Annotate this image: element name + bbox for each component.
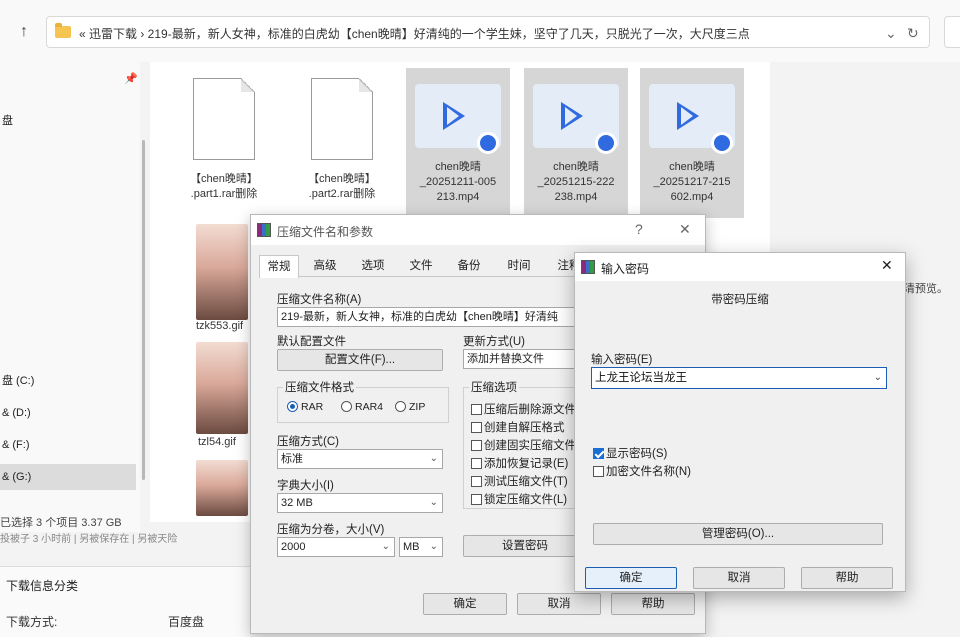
status-bar: 已选择 3 个项目 3.37 GB: [0, 517, 122, 529]
file-name: 【chen晚晴】 .part2.rar删除: [308, 173, 376, 200]
download-method-value: 百度盘: [168, 615, 205, 629]
encrypt-names-checkbox[interactable]: 加密文件名称(N): [593, 463, 691, 479]
show-password-checkbox[interactable]: 显示密码(S): [593, 445, 667, 461]
dialog-heading: 带密码压缩: [711, 294, 769, 306]
cancel-button[interactable]: 取消: [693, 567, 785, 589]
option-sfx[interactable]: 创建自解压格式: [471, 419, 565, 435]
dialog-title: 压缩文件名和参数: [277, 225, 374, 239]
help-button[interactable]: 帮助: [801, 567, 893, 589]
password-label: 输入密码(E): [591, 354, 653, 366]
breadcrumb[interactable]: « 迅雷下载 › 219-最新，新人女神，标准的白虎幼【chen晚晴】好清纯的一…: [79, 25, 750, 42]
download-info-panel: 下载信息分类 下载方式: 百度盘: [0, 566, 250, 637]
video-icon: [533, 84, 619, 154]
preview-note: 清预览。: [904, 283, 948, 295]
ok-button[interactable]: 确定: [423, 593, 507, 615]
file-name: tzk553.gif: [196, 320, 244, 332]
option-recovery[interactable]: 添加恢复记录(E): [471, 455, 568, 471]
radio-rar4[interactable]: RAR4: [341, 401, 383, 413]
download-method-label: 下载方式:: [6, 615, 58, 629]
file-name: chen晚晴 _20251217-215 602.mp4: [653, 161, 731, 203]
dictionary-select[interactable]: 32 MB ⌄: [277, 493, 443, 513]
password-dialog: 输入密码 ✕ 带密码压缩 输入密码(E) 上龙王论坛当龙王 ⌄ 显示密码(S) 加…: [574, 252, 906, 592]
split-unit-select[interactable]: MB ⌄: [399, 537, 443, 557]
method-select[interactable]: 标准 ⌄: [277, 449, 443, 469]
winrar-icon: [257, 223, 271, 237]
help-icon[interactable]: ?: [635, 221, 643, 237]
close-icon[interactable]: ✕: [679, 221, 691, 238]
search-box[interactable]: [944, 16, 960, 48]
split-label: 压缩为分卷，大小(V): [277, 524, 385, 536]
set-password-button[interactable]: 设置密码: [463, 535, 587, 557]
winrar-icon: [581, 260, 595, 274]
option-test[interactable]: 测试压缩文件(T): [471, 473, 568, 489]
file-name: chen晚晴 _20251211-005 213.mp4: [419, 161, 497, 203]
video-icon: [649, 84, 735, 154]
video-icon: [415, 84, 501, 154]
file-item[interactable]: chen晚晴 _20251217-215 602.mp4: [640, 68, 744, 218]
archive-name-input[interactable]: 219-最新，新人女神，标准的白虎幼【chen晚晴】好清纯: [277, 307, 577, 327]
dictionary-label: 字典大小(I): [277, 480, 334, 492]
up-arrow-icon[interactable]: ↑: [14, 22, 34, 42]
file-item[interactable]: chen晚晴 _20251215-222 238.mp4: [524, 68, 628, 218]
tab-advanced[interactable]: 高级: [305, 255, 345, 277]
image-thumbnail[interactable]: [196, 460, 248, 516]
split-size-select[interactable]: 2000 ⌄: [277, 537, 395, 557]
method-label: 压缩方式(C): [277, 436, 339, 448]
sidebar-item-top[interactable]: 盘: [0, 108, 136, 134]
update-mode-select[interactable]: 添加并替换文件: [463, 349, 577, 369]
dialog-titlebar[interactable]: 输入密码 ✕: [575, 253, 905, 281]
tab-files[interactable]: 文件: [401, 255, 441, 277]
cancel-button[interactable]: 取消: [517, 593, 601, 615]
image-thumbnail[interactable]: [196, 224, 248, 320]
document-icon: [311, 78, 373, 160]
tab-time[interactable]: 时间: [499, 255, 539, 277]
dialog-titlebar[interactable]: 压缩文件名和参数 ? ✕: [251, 215, 705, 245]
file-name: tzl54.gif: [198, 436, 236, 448]
sidebar-item-c[interactable]: 盘 (C:): [0, 368, 136, 394]
option-solid[interactable]: 创建固实压缩文件: [471, 437, 576, 453]
refresh-icon[interactable]: ↻: [907, 25, 919, 42]
password-input[interactable]: 上龙王论坛当龙王 ⌄: [591, 367, 887, 389]
manage-passwords-button[interactable]: 管理密码(O)...: [593, 523, 883, 545]
close-icon[interactable]: ✕: [881, 257, 893, 274]
sidebar: 盘 盘 (C:) & (D:) & (F:) & (G:): [0, 62, 140, 532]
ok-button[interactable]: 确定: [585, 567, 677, 589]
help-button[interactable]: 帮助: [611, 593, 695, 615]
option-lock[interactable]: 锁定压缩文件(L): [471, 491, 567, 507]
radio-rar[interactable]: RAR: [287, 401, 323, 413]
option-delete-source[interactable]: 压缩后删除源文件: [471, 401, 576, 417]
file-item[interactable]: 【chen晚晴】 .part2.rar删除: [290, 68, 394, 208]
archive-name-label: 压缩文件名称(A): [277, 294, 362, 306]
status-bar-secondary: 投被子 3 小时前 | 另被保存在 | 另被天险: [0, 534, 178, 545]
file-item[interactable]: 【chen晚晴】 .part1.rar删除: [172, 68, 276, 208]
file-item[interactable]: chen晚晴 _20251211-005 213.mp4: [406, 68, 510, 218]
address-bar-row: ↑ « 迅雷下载 › 219-最新，新人女神，标准的白虎幼【chen晚晴】好清纯…: [0, 0, 960, 62]
sidebar-item-f[interactable]: & (F:): [0, 432, 136, 458]
address-bar[interactable]: « 迅雷下载 › 219-最新，新人女神，标准的白虎幼【chen晚晴】好清纯的一…: [46, 16, 930, 48]
profile-button[interactable]: 配置文件(F)...: [277, 349, 443, 371]
sidebar-item-g[interactable]: & (G:): [0, 464, 136, 490]
panel-title: 下载信息分类: [6, 579, 79, 593]
pin-icon[interactable]: 📌: [124, 72, 138, 85]
folder-icon: [55, 23, 71, 38]
sidebar-scrollbar[interactable]: [142, 140, 145, 480]
image-thumbnail[interactable]: [196, 342, 248, 434]
tab-general[interactable]: 常规: [259, 255, 299, 278]
profile-label: 默认配置文件: [277, 336, 346, 348]
options-group-label: 压缩选项: [469, 379, 519, 395]
update-mode-label: 更新方式(U): [463, 336, 525, 348]
radio-zip[interactable]: ZIP: [395, 401, 425, 413]
sidebar-item-d[interactable]: & (D:): [0, 400, 136, 426]
document-icon: [193, 78, 255, 160]
chevron-down-icon[interactable]: ⌄: [885, 25, 897, 42]
tab-options[interactable]: 选项: [353, 255, 393, 277]
format-group-label: 压缩文件格式: [283, 379, 356, 395]
file-name: 【chen晚晴】 .part1.rar删除: [190, 173, 258, 200]
tab-backup[interactable]: 备份: [449, 255, 489, 277]
file-name: chen晚晴 _20251215-222 238.mp4: [537, 161, 615, 203]
dialog-title: 输入密码: [601, 262, 650, 276]
